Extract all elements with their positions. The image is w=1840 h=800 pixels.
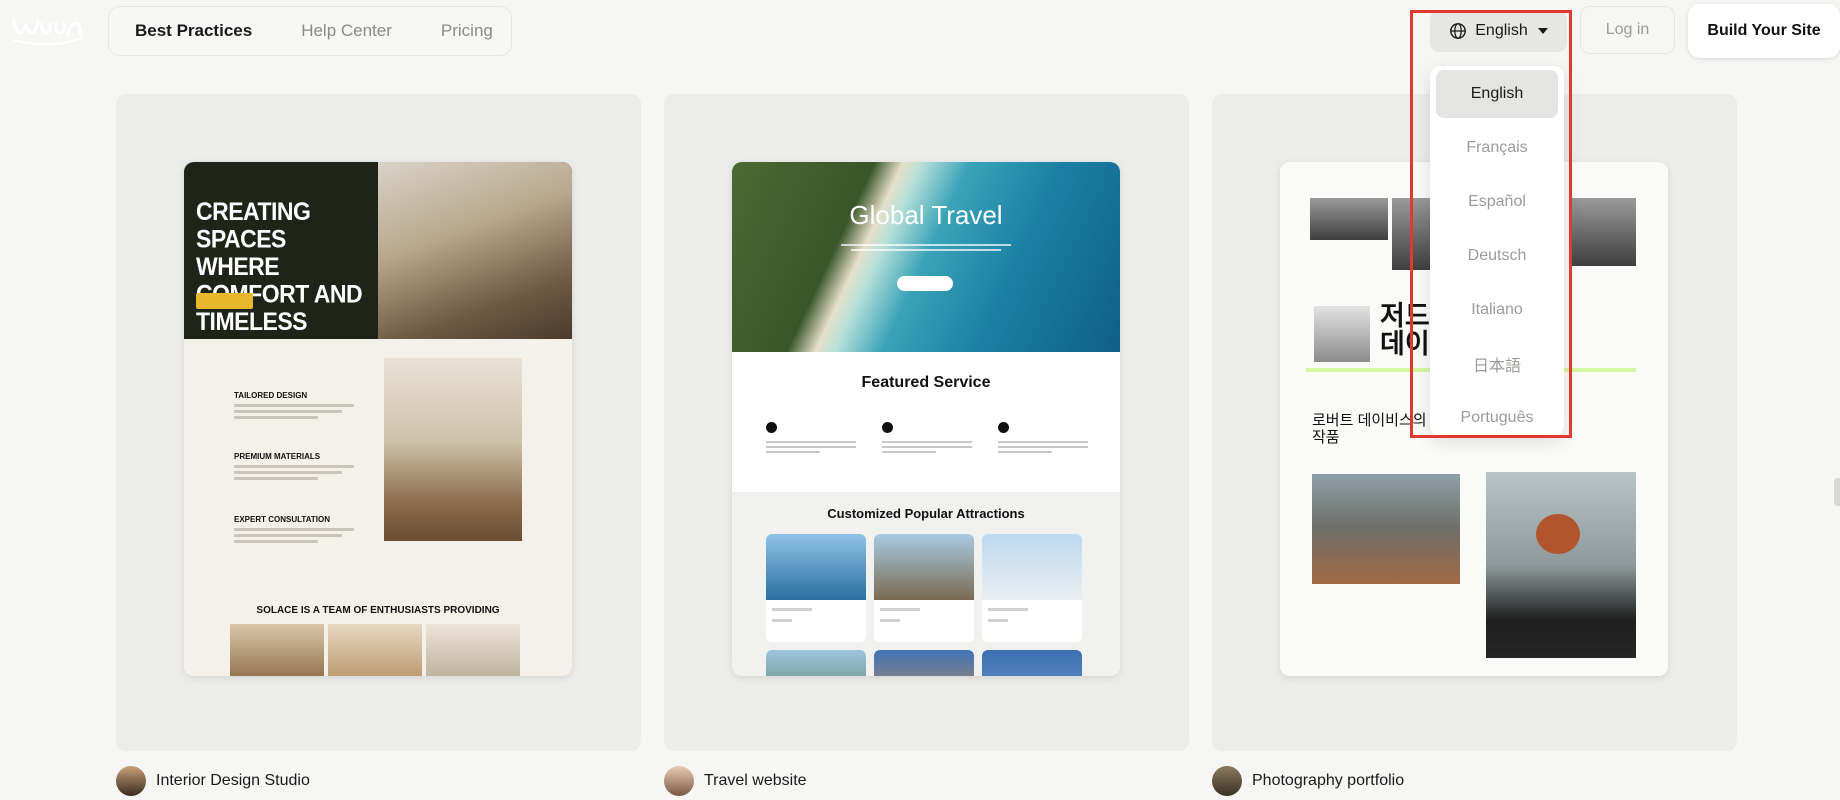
caret-down-icon — [1537, 28, 1548, 34]
avatar — [664, 766, 694, 796]
living-room-photo — [378, 162, 572, 339]
nav-best-practices[interactable]: Best Practices — [135, 21, 252, 41]
preview-cta-button — [196, 293, 253, 309]
template-card-travel[interactable]: Global Travel Featured Service Customize… — [664, 94, 1189, 751]
language-dropdown-menu: English Français Español Deutsch Italian… — [1430, 66, 1564, 436]
preview-attractions-title: Customized Popular Attractions — [827, 506, 1025, 521]
preview-hero — [732, 162, 1120, 352]
card-title[interactable]: Travel website — [704, 772, 807, 790]
template-preview[interactable]: CREATING SPACES WHERE COMFORT AND TIMELE… — [184, 162, 572, 676]
template-card-interior[interactable]: CREATING SPACES WHERE COMFORT AND TIMELE… — [116, 94, 641, 751]
preview-name: 저드 데이 — [1380, 301, 1430, 359]
preview-hero-subtitle — [732, 244, 1120, 254]
language-option-spanish[interactable]: Español — [1436, 178, 1558, 226]
portrait-photo — [1570, 198, 1636, 266]
preview-text-lines — [234, 528, 354, 546]
preview-thumbnails — [230, 624, 520, 676]
room-photo — [384, 358, 522, 541]
language-option-portuguese[interactable]: Português — [1436, 394, 1558, 436]
nav-help-center[interactable]: Help Center — [301, 21, 392, 41]
preview-featured-title: Featured Service — [861, 374, 991, 391]
preview-hero-title: Global Travel — [849, 200, 1003, 230]
language-option-french[interactable]: Français — [1436, 124, 1558, 172]
sitting-man-photo — [1312, 474, 1460, 584]
language-button-label: English — [1475, 22, 1528, 39]
language-option-japanese[interactable]: 日本語 — [1436, 340, 1558, 388]
language-option-italian[interactable]: Italiano — [1436, 286, 1558, 334]
preview-section-title: TAILORED DESIGN — [234, 391, 308, 400]
login-button[interactable]: Log in — [1580, 6, 1675, 54]
portrait-photo — [1310, 198, 1388, 240]
nav-pricing[interactable]: Pricing — [441, 21, 493, 41]
build-your-site-button[interactable]: Build Your Site — [1688, 4, 1840, 58]
main-nav: Best Practices Help Center Pricing — [108, 6, 512, 56]
language-option-german[interactable]: Deutsch — [1436, 232, 1558, 280]
card-footer: Interior Design Studio — [116, 766, 310, 796]
brand-logo[interactable] — [10, 12, 86, 48]
seaside-portrait-photo — [1486, 472, 1636, 658]
preview-section-title: EXPERT CONSULTATION — [234, 515, 330, 524]
scroll-handle[interactable] — [1834, 478, 1840, 506]
language-select-button[interactable]: English — [1430, 10, 1567, 52]
card-title[interactable]: Interior Design Studio — [156, 772, 310, 790]
avatar — [1212, 766, 1242, 796]
card-footer: Travel website — [664, 766, 807, 796]
portrait-hair — [1536, 514, 1580, 554]
card-footer: Photography portfolio — [1212, 766, 1404, 796]
preview-attraction-grid — [766, 534, 1082, 676]
preview-feature-columns — [766, 422, 1088, 456]
portrait-photo — [1392, 198, 1432, 270]
preview-section-title: PREMIUM MATERIALS — [234, 452, 321, 461]
avatar — [116, 766, 146, 796]
globe-icon — [1450, 23, 1467, 39]
preview-hero-title: CREATING SPACES WHERE COMFORT AND TIMELE… — [196, 196, 363, 336]
preview-cta-button — [897, 276, 953, 291]
profile-photo — [1314, 306, 1370, 362]
template-preview[interactable]: Global Travel Featured Service Customize… — [732, 162, 1120, 676]
preview-text-lines — [234, 404, 354, 422]
card-title[interactable]: Photography portfolio — [1252, 772, 1404, 790]
preview-text-lines — [234, 465, 354, 483]
language-option-english[interactable]: English — [1436, 70, 1558, 118]
preview-heading: SOLACE IS A TEAM OF ENTHUSIASTS PROVIDIN… — [256, 605, 500, 616]
preview-subtitle: 로버트 데이비스의 작품 — [1312, 412, 1427, 446]
